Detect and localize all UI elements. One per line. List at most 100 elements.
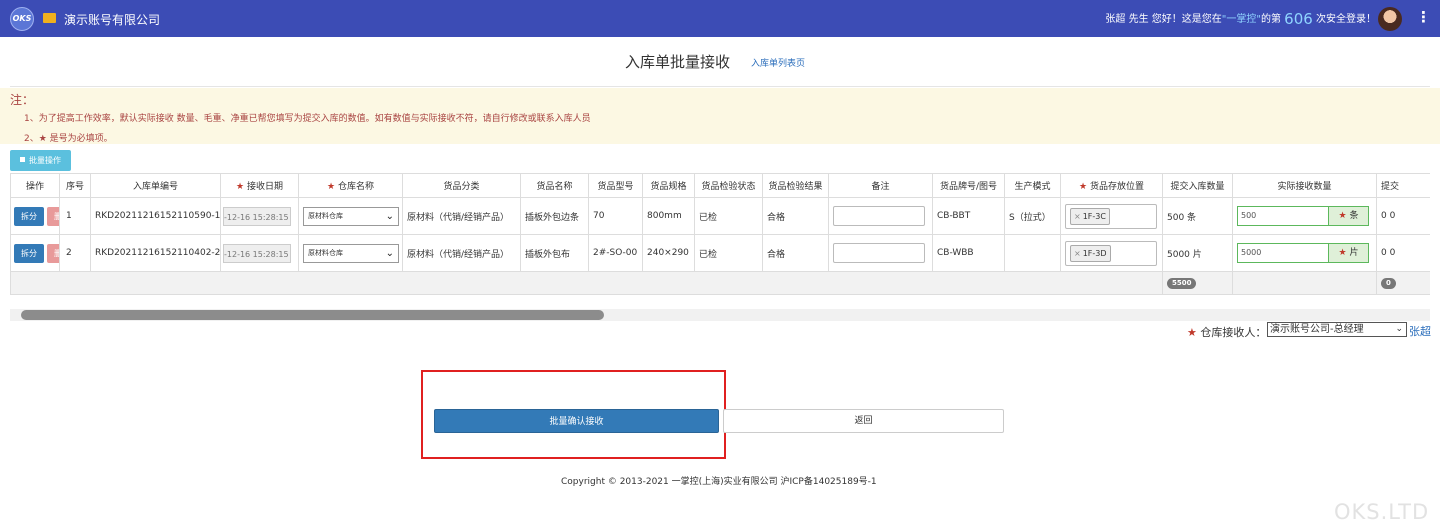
cell-result: 合格 [762, 197, 829, 235]
col-header-date-label: 接收日期 [246, 182, 283, 192]
summary-row: 5500 0 [10, 271, 1430, 295]
greeting-prefix: 张超 先生 您好！这是您在 [1105, 14, 1222, 25]
cell-brand: CB-BBT [932, 197, 1005, 235]
batch-confirm-button[interactable]: 批量确认接收 [434, 409, 719, 433]
cell-seq: 1 [59, 197, 91, 235]
receiver-label-text: 仓库接收人： [1200, 326, 1267, 339]
cell-name: 插板外包边条 [520, 197, 589, 235]
cell-inspect: 已检 [694, 234, 763, 272]
cell-model: 70 [588, 197, 643, 235]
notice-line-2-prefix: 2、 [24, 134, 39, 144]
inbound-list-link[interactable]: 入库单列表页 [751, 56, 805, 69]
required-star-icon: ★ [1079, 182, 1090, 192]
actual-qty-unit: ★ 片 [1329, 243, 1369, 263]
cell-actual: 5000 ★ 片 [1232, 234, 1377, 272]
chevron-down-icon: ⌄ [1395, 324, 1403, 334]
actual-qty-input[interactable]: 500 [1237, 206, 1329, 226]
cell-spec: 800mm [642, 197, 695, 235]
cell-result: 合格 [762, 234, 829, 272]
notice-title: 注： [10, 93, 35, 107]
horizontal-scrollbar[interactable] [10, 309, 1430, 321]
position-tag-label: 1F-3D [1082, 248, 1107, 258]
more-menu-icon[interactable]: ⋮ [1416, 8, 1431, 26]
remark-input[interactable] [833, 206, 925, 226]
receive-date-input[interactable]: -12-16 15:28:15 [223, 243, 291, 263]
batch-operation-label: 批量操作 [29, 156, 61, 165]
total-more-badge: 0 [1381, 277, 1396, 289]
row-actions: 拆分删除 [10, 197, 60, 235]
col-header-spec: 货品规格 [642, 173, 695, 198]
cell-spec: 240×290 [642, 234, 695, 272]
delete-button[interactable]: 删除 [47, 206, 59, 226]
cell-code: RKD20211216152110590-1 [90, 197, 221, 235]
table-header-row: 操作 序号 入库单编号 ★ 接收日期 ★ 仓库名称 货品分类 货品名称 货品型号… [10, 173, 1430, 198]
scrollbar-thumb[interactable] [21, 310, 604, 320]
cell-position: × 1F-3C [1060, 197, 1163, 235]
summary-actual [1232, 271, 1377, 295]
col-header-result: 货品检验结果 [762, 173, 829, 198]
split-button[interactable]: 拆分 [14, 206, 44, 226]
oks-logo[interactable]: OKS [10, 7, 34, 31]
company-switch-icon[interactable] [43, 13, 56, 23]
cell-name: 插板外包布 [520, 234, 589, 272]
receiver-select-value: 演示账号公司-总经理 [1270, 324, 1364, 335]
col-header-name: 货品名称 [520, 173, 589, 198]
cell-model: 2#-SO-00 [588, 234, 643, 272]
inbound-table-viewport: 操作 序号 入库单编号 ★ 接收日期 ★ 仓库名称 货品分类 货品名称 货品型号… [10, 173, 1430, 296]
col-header-actual: 实际接收数量 [1232, 173, 1377, 198]
col-header-seq: 序号 [59, 173, 91, 198]
position-select[interactable]: × 1F-3C [1065, 203, 1157, 229]
cell-submit: 5000 片 [1162, 234, 1233, 272]
actual-qty-unit-label: 条 [1349, 211, 1359, 221]
back-button[interactable]: 返回 [723, 409, 1004, 433]
user-avatar[interactable] [1378, 7, 1402, 31]
batch-operation-button[interactable]: 批量操作 [10, 150, 71, 171]
actual-qty-input[interactable]: 5000 [1237, 243, 1329, 263]
warehouse-select[interactable]: 原材料仓库 ⌄ [303, 206, 399, 226]
col-header-mode: 生产模式 [1004, 173, 1061, 198]
cell-remark [828, 197, 933, 235]
cell-remark [828, 234, 933, 272]
remove-tag-icon[interactable]: × [1074, 212, 1081, 221]
chevron-down-icon: ⌄ [385, 247, 394, 259]
actual-qty-unit-label: 片 [1349, 248, 1359, 258]
required-star-icon: ★ [38, 134, 47, 144]
cell-more: 0 0 [1376, 197, 1430, 235]
inbound-table: 操作 序号 入库单编号 ★ 接收日期 ★ 仓库名称 货品分类 货品名称 货品型号… [10, 173, 1430, 295]
col-header-position-label: 货品存放位置 [1089, 182, 1144, 192]
cell-seq: 2 [59, 234, 91, 272]
col-header-code: 入库单编号 [90, 173, 221, 198]
position-select[interactable]: × 1F-3D [1065, 240, 1157, 266]
notice-line-2: 2、★ 是号为必填项。 [24, 131, 113, 144]
remark-input[interactable] [833, 243, 925, 263]
receiver-extra[interactable]: 张超 [1409, 323, 1431, 339]
remove-tag-icon[interactable]: × [1074, 249, 1081, 258]
table-row: 拆分删除 2 RKD20211216152110402-2 -12-16 15:… [10, 234, 1430, 272]
cell-category: 原材料（代销/经销产品） [402, 197, 521, 235]
cell-date: -12-16 15:28:15 [220, 234, 299, 272]
cell-code: RKD20211216152110402-2 [90, 234, 221, 272]
square-icon [20, 157, 25, 162]
cell-mode: S（拉式） [1004, 197, 1061, 235]
company-name[interactable]: 演示账号有限公司 [64, 11, 160, 28]
actual-qty-group: 500 ★ 条 [1237, 206, 1369, 226]
required-star-icon: ★ [1338, 248, 1350, 258]
delete-button[interactable]: 删除 [47, 243, 59, 263]
col-header-brand: 货品牌号/图号 [932, 173, 1005, 198]
warehouse-select[interactable]: 原材料仓库 ⌄ [303, 243, 399, 263]
receiver-select[interactable]: 演示账号公司-总经理 ⌄ [1267, 322, 1407, 337]
cell-warehouse: 原材料仓库 ⌄ [298, 197, 403, 235]
watermark: OKS.LTD [1334, 500, 1430, 524]
total-submit-badge: 5500 [1167, 277, 1197, 289]
position-tag: × 1F-3C [1070, 207, 1110, 225]
summary-spacer [10, 271, 1163, 295]
cell-date: -12-16 15:28:15 [220, 197, 299, 235]
warehouse-select-value: 原材料仓库 [308, 211, 343, 220]
receive-date-input[interactable]: -12-16 15:28:15 [223, 206, 291, 226]
col-header-warehouse: ★ 仓库名称 [298, 173, 403, 198]
position-tag-label: 1F-3C [1082, 211, 1106, 221]
col-header-more: 提交 [1376, 173, 1430, 198]
split-button[interactable]: 拆分 [14, 243, 44, 263]
col-header-category: 货品分类 [402, 173, 521, 198]
warehouse-select-value: 原材料仓库 [308, 248, 343, 257]
